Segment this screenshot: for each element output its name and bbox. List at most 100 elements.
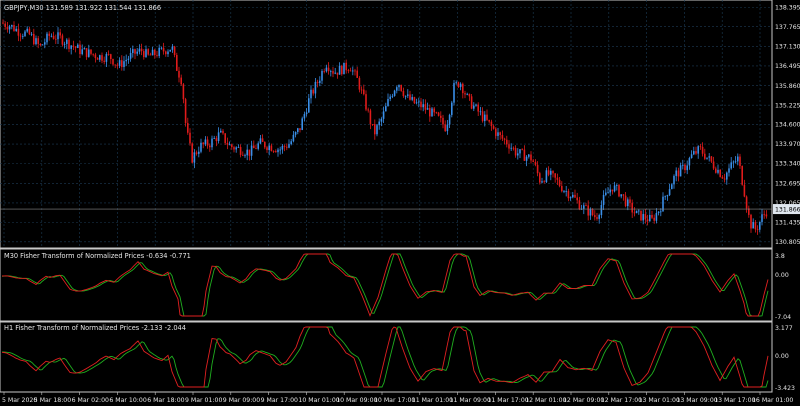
candle-body xyxy=(301,118,303,130)
candle-body xyxy=(490,121,493,127)
candle-body xyxy=(360,89,363,91)
candle-body xyxy=(308,98,310,113)
time-label: 9 Mar 01:00 xyxy=(185,397,222,404)
candle-body xyxy=(204,139,207,145)
candle-body xyxy=(176,54,178,71)
candle-body xyxy=(503,138,506,140)
candle-body xyxy=(464,93,466,95)
candle-body xyxy=(244,155,246,157)
candle-body xyxy=(539,173,541,183)
candle-body xyxy=(354,70,356,72)
candle-body xyxy=(288,144,290,148)
time-label: 12 Mar 17:00 xyxy=(601,397,642,404)
indicator-panel-1: M30 Fisher Transform of Normalized Price… xyxy=(0,248,791,322)
time-label: 13 Mar 09:00 xyxy=(676,397,717,404)
candle-body xyxy=(492,126,495,129)
candle-body xyxy=(481,111,484,122)
candle-body xyxy=(107,53,110,55)
candle-body xyxy=(213,138,215,139)
price-label: 134.600 xyxy=(775,122,800,129)
candle-body xyxy=(132,49,134,53)
candle-body xyxy=(143,51,145,58)
ind1-label-top: 3.8 xyxy=(775,253,785,260)
candle-body xyxy=(374,124,376,135)
trading-chart[interactable]: GBPJPY,M30 131.589 131.922 131.544 131.8… xyxy=(0,0,800,406)
candle-body xyxy=(178,70,180,78)
price-label: 136.495 xyxy=(775,63,800,70)
candle-body xyxy=(74,46,77,48)
candle-body xyxy=(226,143,229,145)
candle-body xyxy=(567,191,570,199)
candle-body xyxy=(193,152,196,163)
candle-body xyxy=(717,169,719,173)
candle-body xyxy=(294,131,297,135)
candle-body xyxy=(732,161,735,163)
price-label: 130.805 xyxy=(775,239,800,246)
price-label: 132.695 xyxy=(775,181,800,188)
candle-body xyxy=(162,47,165,52)
time-label: 11 Mar 09:00 xyxy=(450,397,491,404)
time-label: 12 Mar 01:00 xyxy=(525,397,566,404)
time-label: 13 Mar 17:00 xyxy=(714,397,755,404)
ind2-label-bottom: -3.423 xyxy=(775,385,795,392)
candle-body xyxy=(686,165,688,171)
candle-body xyxy=(147,49,149,55)
candle-body xyxy=(462,83,464,94)
candle-body xyxy=(187,123,189,133)
candle-body xyxy=(248,149,251,156)
candle-body xyxy=(743,184,746,197)
candle-body xyxy=(426,108,429,110)
candle-body xyxy=(684,164,686,171)
candle-body xyxy=(541,181,543,183)
candle-body xyxy=(283,145,286,147)
time-label: 6 Mar 10:00 xyxy=(109,397,146,404)
candle-body xyxy=(145,49,147,58)
candle-body xyxy=(547,170,550,175)
candle-body xyxy=(365,94,367,110)
candle-body xyxy=(96,58,99,60)
candle-body xyxy=(673,175,675,185)
candle-body xyxy=(158,47,160,56)
candle-body xyxy=(15,28,17,31)
candle-body xyxy=(169,49,171,52)
candle-body xyxy=(2,22,4,24)
candle-body xyxy=(310,89,312,99)
candle-body xyxy=(622,194,625,196)
candle-body xyxy=(455,82,457,84)
candle-body xyxy=(486,114,488,120)
candle-body xyxy=(127,58,130,60)
ind2-label-top: 3.177 xyxy=(775,325,793,332)
candle-body xyxy=(323,71,325,72)
candle-body xyxy=(701,146,704,154)
candle-body xyxy=(435,112,438,114)
time-label: 10 Mar 09:00 xyxy=(336,397,377,404)
candle-body xyxy=(655,213,658,221)
price-label: 131.435 xyxy=(775,220,800,227)
candle-body xyxy=(19,35,22,37)
candle-body xyxy=(99,55,101,60)
candle-body xyxy=(468,93,471,97)
candle-body xyxy=(121,60,123,67)
candle-body xyxy=(79,44,81,55)
candle-body xyxy=(583,205,585,209)
candle-body xyxy=(558,179,561,186)
candle-body xyxy=(140,48,143,52)
candle-body xyxy=(33,33,35,45)
candle-body xyxy=(253,145,255,149)
candle-body xyxy=(543,181,545,183)
candle-body xyxy=(268,145,270,151)
candle-body xyxy=(206,139,209,146)
candle-body xyxy=(666,195,669,197)
candle-body xyxy=(237,147,240,148)
candle-body xyxy=(545,170,548,183)
ind2-title: H1 Fisher Transform of Normalized Prices… xyxy=(4,324,186,332)
candle-body xyxy=(638,210,640,212)
candle-body xyxy=(695,151,697,154)
candle-body xyxy=(299,128,301,130)
candle-body xyxy=(459,83,462,87)
candle-body xyxy=(312,89,314,94)
candle-body xyxy=(189,132,191,144)
candle-body xyxy=(8,26,11,30)
candle-body xyxy=(677,170,680,177)
candle-body xyxy=(605,192,607,195)
